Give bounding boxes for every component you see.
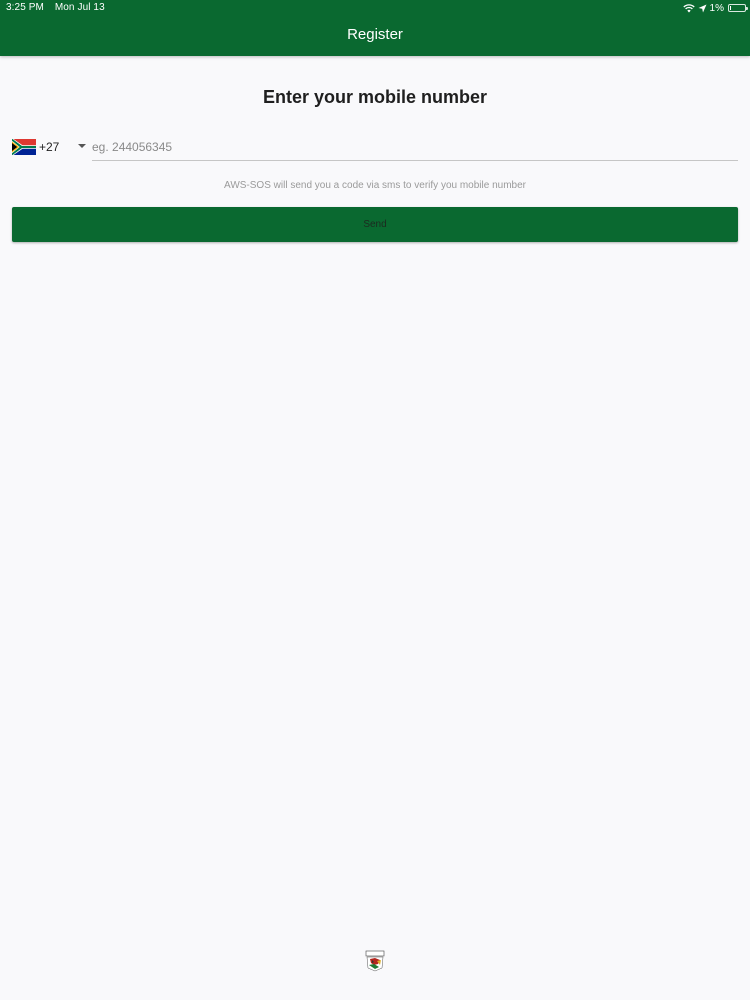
south-africa-flag-icon — [12, 139, 36, 155]
status-bar-right: 1% — [682, 1, 748, 15]
app-logo-icon — [365, 950, 385, 972]
enter-mobile-heading: Enter your mobile number — [262, 87, 488, 107]
country-code-picker[interactable]: +27 — [12, 136, 92, 158]
country-dial-code: +27 — [39, 140, 60, 154]
wifi-icon — [682, 3, 695, 13]
mobile-number-input[interactable] — [92, 134, 738, 161]
location-arrow-icon — [698, 4, 707, 13]
battery-icon — [728, 4, 748, 12]
page-title: Register — [347, 26, 403, 43]
sms-helper-text: AWS-SOS will send you a code via sms to … — [224, 180, 526, 191]
app-bar: 3:25 PM Mon Jul 13 1% Register — [0, 0, 750, 56]
register-screen: 3:25 PM Mon Jul 13 1% Register Enter you… — [0, 0, 750, 1000]
status-time: 3:25 PM — [6, 2, 44, 13]
send-button[interactable]: Send — [12, 207, 738, 242]
status-date: Mon Jul 13 — [54, 2, 105, 13]
chevron-down-icon — [78, 144, 86, 148]
status-bar-left: 3:25 PM Mon Jul 13 — [6, 2, 105, 13]
battery-level — [730, 6, 731, 10]
battery-percent: 1% — [709, 2, 724, 14]
